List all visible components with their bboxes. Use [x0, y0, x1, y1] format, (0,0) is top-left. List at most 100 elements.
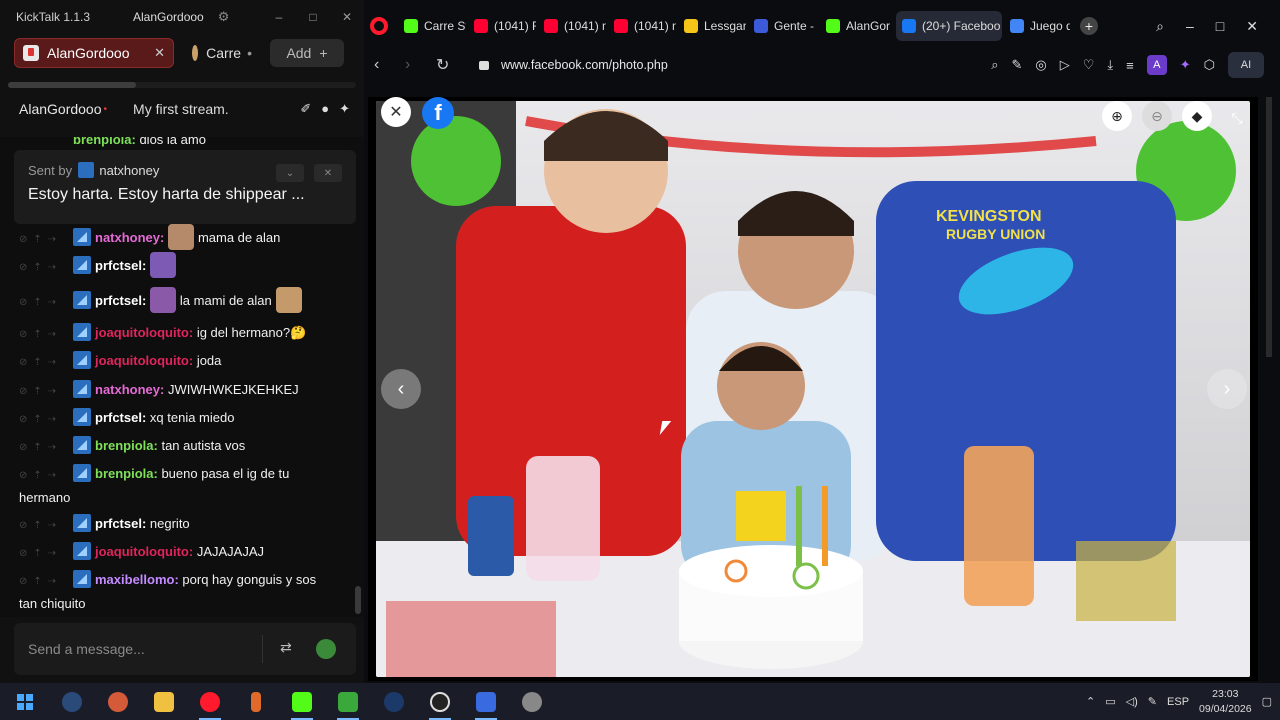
obs-icon[interactable] [417, 683, 463, 720]
app-icon-2[interactable] [463, 683, 509, 720]
moderation-icons[interactable]: ⊘⇡⇢ [19, 437, 73, 459]
microphone-icon[interactable] [233, 683, 279, 720]
tag-icon[interactable]: ◆ [1182, 101, 1212, 131]
chat-username[interactable]: brenpiola: [73, 137, 139, 147]
send-icon[interactable]: ▷ [1060, 57, 1070, 73]
close-button[interactable]: ✕ [1246, 18, 1258, 35]
user-icon[interactable]: ● [321, 101, 329, 117]
folder-icon[interactable] [141, 683, 187, 720]
close-viewer-button[interactable]: ✕ [381, 97, 411, 127]
opera-logo-icon[interactable] [370, 17, 388, 35]
download-icon[interactable]: ⤓ [1107, 57, 1113, 73]
steam-icon-2[interactable] [371, 683, 417, 720]
minimize-button[interactable]: – [262, 10, 296, 24]
maximize-button[interactable]: □ [296, 10, 330, 24]
moderation-icons[interactable]: ⊘⇡⇢ [19, 465, 73, 487]
tabs-scrollbar[interactable] [8, 82, 356, 88]
chat-username[interactable]: natxhoney: [95, 230, 164, 245]
reload-icon[interactable]: ↻ [436, 55, 467, 75]
notification-icon[interactable]: ▢ [1262, 695, 1272, 708]
tab-alangordooo[interactable]: AlanGordooo ✕ [14, 38, 174, 68]
chat-username[interactable]: joaquitoloquito: [95, 325, 193, 340]
lock-icon[interactable] [479, 60, 489, 70]
chat-username[interactable]: joaquitoloquito: [95, 544, 193, 559]
broom-icon[interactable]: ✐ [300, 101, 311, 117]
chat-username[interactable]: prfctsel: [95, 293, 146, 308]
add-channel-button[interactable]: Add + [270, 39, 344, 67]
minecraft-icon[interactable] [325, 683, 371, 720]
translate-icon[interactable]: ⇄ [280, 639, 292, 656]
profile-avatar[interactable]: A [1146, 55, 1167, 75]
zoom-icon[interactable]: ⌕ [991, 57, 998, 73]
edit-icon[interactable]: ✎ [1011, 57, 1022, 73]
chat-username[interactable]: prfctsel: [95, 516, 146, 531]
chat-input[interactable]: Send a message... ⇄ [14, 623, 356, 675]
tab-carre[interactable]: Carre • [184, 38, 260, 68]
chat-scrollbar[interactable] [355, 586, 361, 614]
chat-username[interactable]: natxhoney: [95, 382, 164, 397]
page-scrollbar[interactable] [1266, 97, 1272, 357]
heart-icon[interactable]: ♡ [1083, 57, 1095, 73]
current-user[interactable]: AlanGordooo [133, 10, 204, 24]
ai-button[interactable]: AI [1228, 52, 1264, 78]
scrollbar-thumb[interactable] [8, 82, 136, 88]
chat-username[interactable]: brenpiola: [95, 438, 158, 453]
unpin-icon[interactable]: ✕ [314, 164, 342, 182]
volume-icon[interactable]: ◁) [1126, 695, 1138, 708]
minimize-button[interactable]: – [1186, 18, 1194, 35]
pen-icon[interactable]: ✎ [1148, 695, 1157, 708]
browser-tab[interactable]: (1041) R [468, 11, 536, 41]
browser-tab[interactable]: AlanGor [820, 11, 894, 41]
new-tab-button[interactable]: + [1080, 17, 1098, 35]
fullscreen-icon[interactable]: ⤡ [1222, 103, 1252, 133]
windows-start-icon[interactable] [17, 693, 33, 710]
chevron-down-icon[interactable]: ⌄ [276, 164, 304, 182]
browser-tab[interactable]: (20+) Faceboo [896, 11, 1002, 41]
browser-tab[interactable]: (1041) n [538, 11, 606, 41]
forward-button[interactable]: › [405, 56, 436, 74]
chat-username[interactable]: brenpiola: [95, 466, 158, 481]
pin-icon[interactable]: ✦ [339, 101, 350, 117]
browser-tab[interactable]: Carre St [398, 11, 466, 41]
opera-icon[interactable] [187, 683, 233, 720]
box-icon[interactable]: ⬡ [1204, 57, 1215, 73]
url-field[interactable]: www.facebook.com/photo.php [501, 58, 668, 72]
app-icon[interactable] [95, 683, 141, 720]
zoom-in-icon[interactable]: ⊕ [1102, 101, 1132, 131]
sender-name[interactable]: natxhoney [99, 163, 159, 178]
kick-icon[interactable] [279, 683, 325, 720]
moderation-icons[interactable]: ⊘⇡⇢ [19, 352, 73, 374]
emote-picker-icon[interactable] [316, 639, 336, 659]
chat-username[interactable]: maxibellomo: [95, 572, 179, 587]
language-indicator[interactable]: ESP [1167, 696, 1189, 708]
chevron-up-icon[interactable]: ⌃ [1086, 695, 1095, 708]
moderation-icons[interactable]: ⊘⇡⇢ [19, 257, 73, 279]
tab-close-icon[interactable]: ✕ [154, 45, 165, 61]
browser-tab[interactable]: Gente - [748, 11, 818, 41]
network-icon[interactable]: ▭ [1105, 695, 1115, 708]
moderation-icons[interactable]: ⊘⇡⇢ [19, 324, 73, 346]
chat-username[interactable]: joaquitoloquito: [95, 353, 193, 368]
moderation-icons[interactable]: ⊘⇡⇢ [19, 229, 73, 251]
browser-tab[interactable]: Juego d [1004, 11, 1070, 41]
moderation-icons[interactable]: ⊘⇡⇢ [19, 543, 73, 565]
next-photo-button[interactable]: › [1207, 369, 1247, 409]
zoom-out-icon[interactable]: ⊖ [1142, 101, 1172, 131]
moderation-icons[interactable]: ⊘⇡⇢ [19, 409, 73, 431]
back-button[interactable]: ‹ [374, 56, 405, 74]
moderation-icons[interactable]: ⊘⇡⇢ [19, 292, 73, 314]
moderation-icons[interactable]: ⊘⇡⇢ [19, 515, 73, 537]
moderation-icons[interactable]: ⊘⇡⇢ [19, 381, 73, 403]
settings-tray-icon[interactable] [509, 683, 555, 720]
steam-icon[interactable] [49, 683, 95, 720]
previous-photo-button[interactable]: ‹ [381, 369, 421, 409]
clock[interactable]: 23:03 09/04/2026 [1199, 687, 1252, 717]
chat-username[interactable]: prfctsel: [95, 410, 146, 425]
browser-tab[interactable]: Lessgar [678, 11, 746, 41]
settings-icon[interactable]: ⚙ [218, 9, 230, 25]
chat-username[interactable]: prfctsel: [95, 258, 146, 273]
facebook-logo-icon[interactable]: f [422, 97, 454, 129]
extension-icon[interactable]: ✦ [1180, 57, 1191, 73]
maximize-button[interactable]: □ [1216, 18, 1224, 35]
moderation-icons[interactable]: ⊘⇡⇢ [19, 571, 73, 593]
